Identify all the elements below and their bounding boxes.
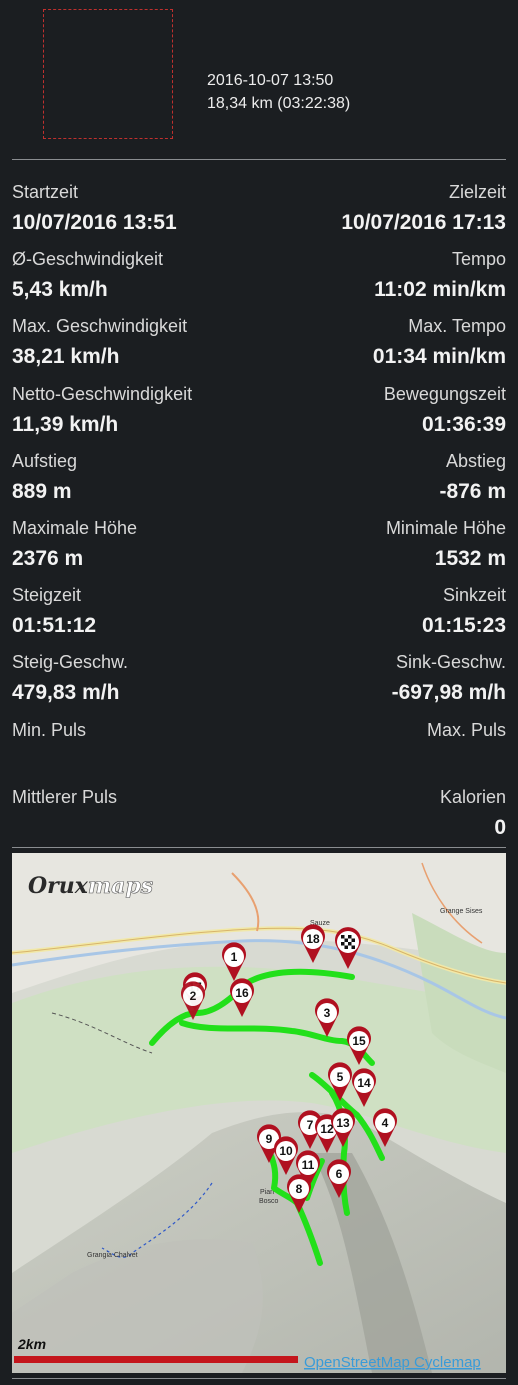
stat-row: Maximale Höhe 2376 m Minimale Höhe 1532 m — [12, 516, 506, 583]
stat-value: 0 — [494, 815, 506, 839]
stat-value: 01:15:23 — [421, 614, 506, 638]
track-summary: 2016-10-07 13:50 18,34 km (03:22:38) — [207, 69, 350, 115]
stat-label: Max. Puls — [426, 719, 506, 740]
track-datetime: 2016-10-07 13:50 — [207, 72, 334, 89]
waypoint-pin-label: 16 — [235, 986, 249, 1000]
stat-value: 11:02 min/km — [374, 278, 506, 302]
map-place-label: Grange Sises — [440, 908, 483, 915]
waypoint-pin-label: 15 — [352, 1034, 366, 1048]
header-divider — [12, 159, 506, 160]
stat-value: 5,43 km/h — [12, 278, 108, 302]
stat-value: 479,83 m/h — [12, 681, 120, 705]
scale-label: 2km — [17, 1336, 46, 1352]
waypoint-pin-label: 9 — [266, 1132, 273, 1146]
waypoint-pin-label: 11 — [302, 1158, 315, 1172]
stat-label: Netto-Geschwindigkeit — [12, 383, 193, 404]
stat-label: Minimale Höhe — [385, 517, 506, 538]
stat-value: 2376 m — [12, 546, 84, 570]
stat-label: Min. Puls — [12, 719, 87, 740]
svg-text:Oruxmaps: Oruxmaps — [28, 873, 153, 899]
footer-divider — [12, 1378, 506, 1379]
oruxmaps-logo: Oruxmaps — [28, 873, 153, 900]
stat-label: Bewegungszeit — [383, 383, 506, 404]
scale-bar — [14, 1356, 298, 1363]
stat-label: Sinkzeit — [442, 585, 506, 606]
track-header: 2016-10-07 13:50 18,34 km (03:22:38) — [0, 0, 518, 160]
map-canvas[interactable]: Sauze Grange Sises Grangia Chalvet Bosco… — [12, 853, 506, 1373]
stat-label: Max. Geschwindigkeit — [12, 316, 188, 337]
map-place-label: Bosco — [259, 1198, 279, 1205]
logo-part2: maps — [88, 873, 153, 899]
stat-row: Steig-Geschw. 479,83 m/h Sink-Geschw. -697… — [12, 650, 506, 717]
map-place-label: Grangia Chalvet — [87, 1252, 138, 1259]
waypoint-pin-label: 6 — [336, 1167, 343, 1181]
stat-value: 889 m — [12, 479, 72, 503]
stat-value: 01:36:39 — [421, 412, 506, 436]
map-attribution-link[interactable]: OpenStreetMap Cyclemap — [304, 1354, 481, 1371]
waypoint-pin-label: 2 — [190, 989, 197, 1003]
stat-label: Steigzeit — [12, 585, 82, 606]
stat-value: 01:34 min/km — [372, 345, 506, 369]
stat-value: 10/07/2016 13:51 — [12, 211, 177, 234]
stat-value: 38,21 km/h — [12, 345, 120, 369]
waypoint-pin-label: 4 — [382, 1116, 389, 1130]
waypoint-pin-label: 7 — [307, 1118, 314, 1132]
stat-value: 11,39 km/h — [12, 412, 119, 436]
track-map[interactable]: Sauze Grange Sises Grangia Chalvet Bosco… — [12, 853, 506, 1373]
stat-label: Aufstieg — [12, 450, 78, 471]
stat-label: Zielzeit — [448, 182, 506, 202]
stat-row: Min. Puls Max. Puls — [12, 718, 506, 785]
waypoint-pin-label: 3 — [324, 1006, 331, 1020]
stat-row: Mittlerer Puls Kalorien 0 — [12, 785, 506, 852]
stat-label: Startzeit — [12, 182, 79, 202]
logo-part1: Orux — [28, 873, 89, 899]
stat-label: Sink-Geschw. — [395, 652, 506, 673]
stat-value: -697,98 m/h — [391, 681, 506, 705]
stat-row: Max. Geschwindigkeit 38,21 km/h Max. Temp… — [12, 314, 506, 381]
waypoint-pin-label: 13 — [336, 1116, 350, 1130]
stat-row: Netto-Geschwindigkeit 11,39 km/h Bewegung… — [12, 382, 506, 449]
waypoint-pin-label: 18 — [306, 932, 320, 946]
waypoint-pin-label: 1 — [231, 950, 238, 964]
stat-value: 10/07/2016 17:13 — [341, 211, 506, 234]
stats-grid: Startzeit 10/07/2016 13:51 Zielzeit 10/07/… — [12, 180, 506, 852]
waypoint-pin-label: 5 — [337, 1070, 344, 1084]
stat-row: Ø-Geschwindigkeit 5,43 km/h Tempo 11:02 mi… — [12, 247, 506, 314]
track-distance-duration: 18,34 km (03:22:38) — [207, 95, 351, 112]
stat-row: Steigzeit 01:51:12 Sinkzeit 01:15:23 — [12, 583, 506, 650]
waypoint-pin-label: 8 — [296, 1182, 303, 1196]
stat-label: Kalorien — [439, 786, 506, 807]
map-divider — [12, 847, 506, 848]
stat-row: Aufstieg 889 m Abstieg -876 m — [12, 449, 506, 516]
stat-label: Mittlerer Puls — [12, 786, 118, 807]
track-thumbnail-placeholder[interactable] — [43, 9, 173, 139]
stat-label: Max. Tempo — [408, 316, 506, 337]
stat-value: 1532 m — [434, 546, 506, 570]
stat-value: 01:51:12 — [12, 614, 97, 638]
stat-row: Startzeit 10/07/2016 13:51 Zielzeit 10/07/… — [12, 180, 506, 247]
stat-label: Ø-Geschwindigkeit — [12, 249, 164, 270]
stat-label: Maximale Höhe — [12, 517, 138, 538]
waypoint-pin-label: 14 — [357, 1076, 371, 1090]
stat-label: Abstieg — [445, 450, 506, 471]
waypoint-pin-label: 10 — [279, 1144, 293, 1158]
stat-label: Steig-Geschw. — [12, 652, 129, 673]
stat-value: -876 m — [439, 479, 506, 503]
stat-label: Tempo — [451, 249, 506, 270]
checkered-flag-icon — [341, 935, 355, 949]
